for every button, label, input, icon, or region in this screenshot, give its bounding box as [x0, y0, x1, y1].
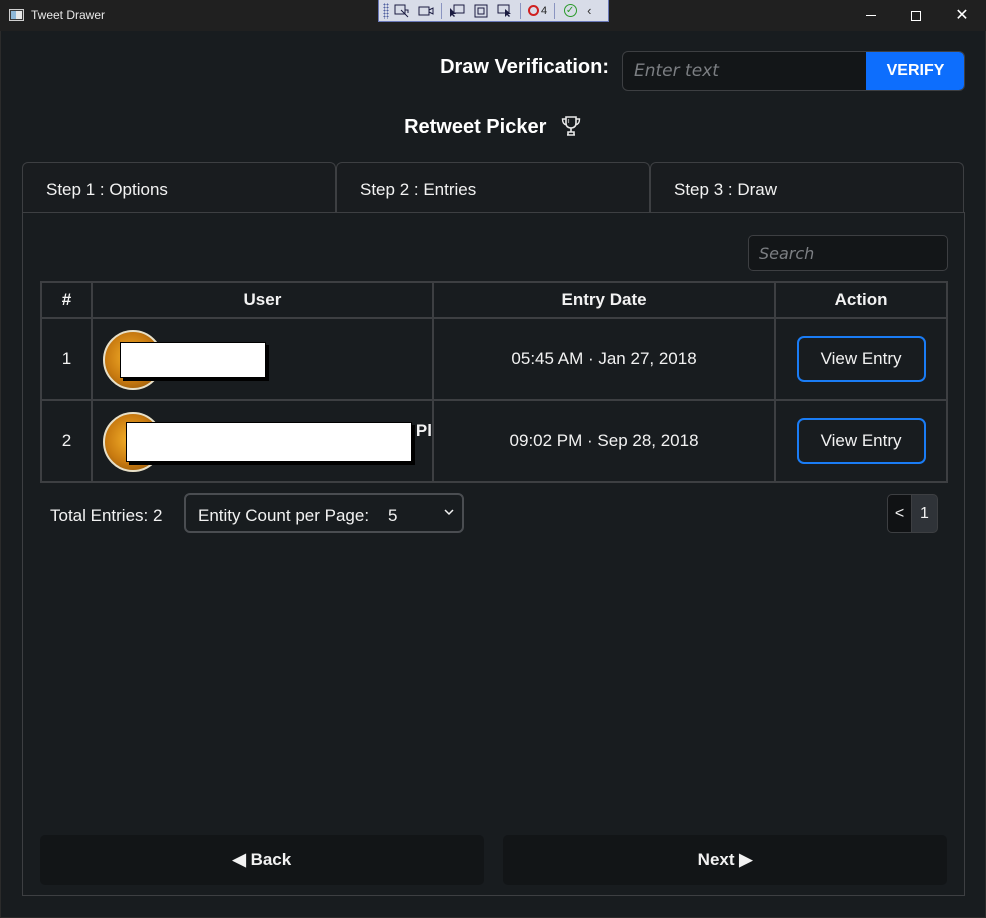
redacted-username [125, 422, 412, 462]
track-focused-element-icon[interactable] [494, 2, 516, 20]
close-icon: ✕ [955, 6, 969, 24]
select-element-icon[interactable] [446, 2, 468, 20]
table-row: 1 05:45 AM · Jan 27, 2018 View Entry [40, 317, 948, 401]
window-titlebar[interactable]: Tweet Drawer 4 ✓ ‹ ✕ [0, 0, 986, 31]
step-tabs: Step 1 : Options Step 2 : Entries Step 3… [22, 162, 964, 212]
column-header-user[interactable]: User [90, 281, 434, 319]
row-number: 1 [40, 317, 93, 401]
window-title: Tweet Drawer [31, 8, 106, 22]
column-header-entry-date[interactable]: Entry Date [431, 281, 777, 319]
maximize-button[interactable] [893, 0, 939, 31]
app-content: Draw Verification: VERIFY Retweet Picker… [1, 31, 985, 917]
view-entry-button[interactable]: View Entry [796, 336, 926, 382]
username-fragment: Pl [415, 421, 432, 440]
search-input[interactable] [748, 235, 948, 271]
back-button[interactable]: ◀ Back [40, 835, 484, 885]
previous-page-button[interactable]: < [887, 494, 912, 533]
minimize-icon [866, 15, 876, 16]
entry-date: 09:02 PM · Sep 28, 2018 [431, 399, 777, 483]
debug-toolbar: 4 ✓ ‹ [378, 0, 609, 22]
draw-verification-group: VERIFY [622, 51, 965, 91]
minimize-button[interactable] [848, 0, 894, 31]
toolbar-separator [520, 2, 521, 19]
toolbar-separator [554, 2, 556, 19]
column-header-action[interactable]: Action [774, 281, 948, 319]
table-row: 2 Pl 09:02 PM · Sep 28, 2018 View Entry [40, 399, 948, 483]
tab-step-2-entries[interactable]: Step 2 : Entries [336, 162, 650, 212]
binding-failures-counter[interactable]: 4 [525, 5, 550, 17]
redacted-username [119, 342, 266, 378]
page-button-current[interactable]: 1 [912, 494, 938, 533]
column-header-number[interactable]: # [40, 281, 93, 319]
toolbar-separator [441, 2, 442, 19]
table-header-row: # User Entry Date Action [40, 281, 948, 319]
page-title: Retweet Picker [1, 115, 985, 139]
tab-step-3-draw[interactable]: Step 3 : Draw [650, 162, 964, 212]
page-title-text: Retweet Picker [404, 116, 547, 138]
next-button[interactable]: Next ▶ [503, 835, 947, 885]
draw-verification-label: Draw Verification: [440, 56, 609, 78]
maximize-icon [911, 10, 921, 21]
total-entries-text: Total Entries: 2 [50, 506, 163, 525]
binding-failure-count: 4 [541, 4, 548, 17]
close-button[interactable]: ✕ [939, 0, 985, 31]
entries-table: # User Entry Date Action 1 05:45 AM · Ja… [40, 281, 948, 483]
entries-tab-panel: # User Entry Date Action 1 05:45 AM · Ja… [22, 212, 965, 896]
entity-count-label: Entity Count per Page: [198, 506, 370, 525]
pagination: < 1 [887, 494, 938, 533]
verify-button[interactable]: VERIFY [866, 52, 964, 90]
app-icon [9, 9, 24, 21]
chevron-down-icon [444, 504, 454, 519]
entity-count-per-page-select[interactable]: Entity Count per Page: 5 [184, 493, 464, 533]
collapse-toolbar-icon[interactable]: ‹ [583, 3, 595, 18]
row-number: 2 [40, 399, 93, 483]
record-icon[interactable] [415, 2, 437, 20]
draw-verification-input[interactable] [623, 52, 867, 90]
user-cell [90, 317, 434, 401]
display-layout-adorners-icon[interactable] [470, 2, 492, 20]
binding-failure-icon [528, 5, 539, 16]
entry-date: 05:45 AM · Jan 27, 2018 [431, 317, 777, 401]
toolbar-grip-icon[interactable] [383, 2, 389, 19]
user-cell: Pl [90, 399, 434, 483]
action-cell: View Entry [774, 317, 948, 401]
view-entry-button[interactable]: View Entry [796, 418, 926, 464]
trophy-icon [561, 116, 581, 136]
live-visual-tree-icon[interactable] [391, 2, 413, 20]
action-cell: View Entry [774, 399, 948, 483]
hot-reload-ok-icon[interactable]: ✓ [559, 2, 581, 20]
tab-step-1-options[interactable]: Step 1 : Options [22, 162, 336, 212]
entity-count-value: 5 [388, 506, 398, 525]
